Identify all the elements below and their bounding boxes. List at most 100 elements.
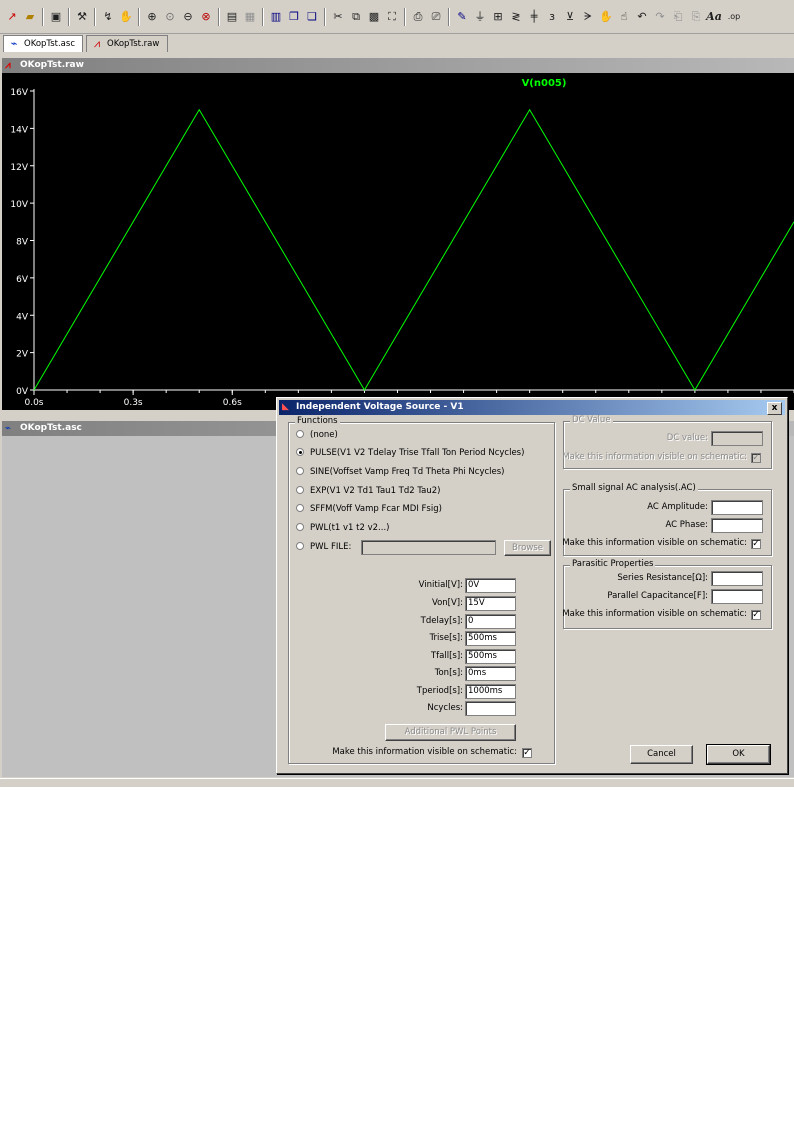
radio-button[interactable] — [296, 486, 304, 494]
von-input[interactable]: 15V — [465, 596, 516, 611]
open-folder-icon[interactable]: ▰ — [22, 9, 38, 25]
wire-icon[interactable]: ✎ — [454, 9, 470, 25]
button-label: Browse — [512, 543, 543, 553]
run-icon[interactable]: ↯ — [100, 9, 116, 25]
waveform-icon: ⩘ — [5, 60, 11, 71]
zoom-full-icon[interactable]: ⊗ — [198, 9, 214, 25]
tfall-input[interactable]: 500ms — [465, 649, 516, 664]
ncycles-input[interactable] — [465, 701, 516, 716]
mirror-icon[interactable]: ⎘ — [688, 9, 704, 25]
checkbox-label: Make this information visible on schemat… — [562, 609, 747, 619]
ok-button[interactable]: OK — [706, 744, 771, 765]
trise-input[interactable]: 500ms — [465, 631, 516, 646]
zoom-out-icon[interactable]: ⊖ — [180, 9, 196, 25]
dialog-title-bar: ◣ Independent Voltage Source - V1 x — [279, 400, 785, 415]
parasitic-visible-checkbox[interactable]: ✓ — [751, 610, 761, 620]
radio-label: (none) — [310, 430, 338, 440]
copy-icon[interactable]: ⧉ — [348, 9, 364, 25]
tab-label: OKopTst.asc — [24, 39, 75, 49]
toolbar-separator — [42, 8, 44, 26]
drag-hand-icon[interactable]: ☝ — [616, 9, 632, 25]
browse-button[interactable]: Browse — [504, 540, 551, 556]
main-toolbar: ↗ ▰ ▣ ⚒ ↯ ✋ ⊕ ⊙ ⊖ ⊗ ▤ ▦ ▥ ❐ ❏ ✂ ⧉ ▩ ⛶ ⎙ … — [0, 0, 794, 34]
label-net-icon[interactable]: ⊞ — [490, 9, 506, 25]
diode-icon[interactable]: ⊻ — [562, 9, 578, 25]
halt-hand-icon[interactable]: ✋ — [118, 9, 134, 25]
tile-horizontal-icon[interactable]: ▥ — [268, 9, 284, 25]
pan-icon[interactable]: ⊙ — [162, 9, 178, 25]
app-icon: ◣ — [282, 402, 289, 412]
parallel-capacitance-row: Parallel Capacitance[F]: — [567, 589, 708, 604]
paste-icon[interactable]: ▩ — [366, 9, 382, 25]
group-label: Functions — [295, 416, 340, 426]
resistor-icon[interactable]: ≷ — [508, 9, 524, 25]
undo-icon[interactable]: ↶ — [634, 9, 650, 25]
additional-pwl-points-button[interactable]: Additional PWL Points — [385, 724, 516, 741]
close-button[interactable]: x — [767, 402, 782, 415]
dc-value-input[interactable] — [711, 431, 763, 446]
ac-phase-input[interactable] — [711, 518, 763, 533]
param-row: Ncycles: — [337, 701, 463, 716]
probe-icon[interactable]: ▦ — [242, 9, 258, 25]
new-schematic-icon[interactable]: ↗ — [4, 9, 20, 25]
inductor-icon[interactable]: ɜ — [544, 9, 560, 25]
checkbox-label: Make this information visible on schemat… — [562, 452, 747, 462]
series-resistance-input[interactable] — [711, 571, 763, 586]
vinitial-input[interactable]: 0V — [465, 578, 516, 593]
visible-checkbox[interactable]: ✓ — [522, 748, 532, 758]
cascade-icon[interactable]: ❐ — [286, 9, 302, 25]
radio-button[interactable] — [296, 448, 304, 456]
text-icon[interactable]: Aa — [706, 9, 722, 25]
radio-button[interactable] — [296, 542, 304, 550]
find-icon[interactable]: ⛶ — [384, 9, 400, 25]
tab-waveform[interactable]: ⩘ OKopTst.raw — [86, 35, 168, 52]
tile-vertical-icon[interactable]: ❏ — [304, 9, 320, 25]
field-label: AC Amplitude: — [647, 502, 708, 512]
group-label: DC Value — [570, 415, 613, 425]
radio-button[interactable] — [296, 430, 304, 438]
trace-label[interactable]: V(n005) — [522, 78, 567, 89]
move-hand-icon[interactable]: ✋ — [598, 9, 614, 25]
radio-button[interactable] — [296, 504, 304, 512]
control-panel-icon[interactable]: ⚒ — [74, 9, 90, 25]
cut-icon[interactable]: ✂ — [330, 9, 346, 25]
rotate-icon[interactable]: ⎗ — [670, 9, 686, 25]
radio-button[interactable] — [296, 467, 304, 475]
field-label: AC Phase: — [665, 520, 708, 530]
waveform-plot[interactable]: 16V 14V 12V 10V 8V 6V 4V 2V 0V0.0s 0.3s 0.6s V(n005… — [2, 73, 794, 410]
toolbar-separator — [448, 8, 450, 26]
zoom-in-icon[interactable]: ⊕ — [144, 9, 160, 25]
autorange-icon[interactable]: ▤ — [224, 9, 240, 25]
ac-amplitude-input[interactable] — [711, 500, 763, 515]
tperiod-input[interactable]: 1000ms — [465, 684, 516, 699]
param-row: Ton[s]: — [337, 666, 463, 681]
radio-label: SFFM(Voff Vamp Fcar MDI Fsig) — [310, 504, 442, 514]
param-row: Vinitial[V]: — [337, 578, 463, 593]
param-label: Tdelay[s]: — [420, 616, 463, 626]
cancel-button[interactable]: Cancel — [630, 745, 693, 764]
y-tick-label: 12V — [10, 163, 28, 173]
visible-row: Make this information visible on schemat… — [297, 745, 517, 760]
print-icon[interactable]: ⎚ — [428, 9, 444, 25]
spice-directive-icon[interactable]: .op — [726, 9, 742, 25]
param-label: Ncycles: — [427, 703, 463, 713]
y-tick-label: 6V — [16, 275, 29, 285]
field-label: Series Resistance[Ω]: — [617, 573, 708, 583]
parallel-capacitance-input[interactable] — [711, 589, 763, 604]
capacitor-icon[interactable]: ╪ — [526, 9, 542, 25]
ac-visible-checkbox[interactable]: ✓ — [751, 539, 761, 549]
dc-visible-row: Make this information visible on schemat… — [562, 450, 747, 465]
dc-visible-checkbox[interactable]: ✓ — [751, 453, 761, 463]
toolbar-separator — [138, 8, 140, 26]
ground-icon[interactable]: ⏚ — [472, 9, 488, 25]
tdelay-input[interactable]: 0 — [465, 614, 516, 629]
save-icon[interactable]: ▣ — [48, 9, 64, 25]
pwl-file-input[interactable] — [361, 540, 496, 555]
radio-button[interactable] — [296, 523, 304, 531]
tab-schematic[interactable]: ⌁ OKopTst.asc — [3, 35, 83, 52]
redo-icon[interactable]: ↷ — [652, 9, 668, 25]
ton-input[interactable]: 0ms — [465, 666, 516, 681]
component-icon[interactable]: ᗒ — [580, 9, 596, 25]
print-preview-icon[interactable]: ⎙ — [410, 9, 426, 25]
trace-v-n005[interactable] — [33, 108, 794, 391]
